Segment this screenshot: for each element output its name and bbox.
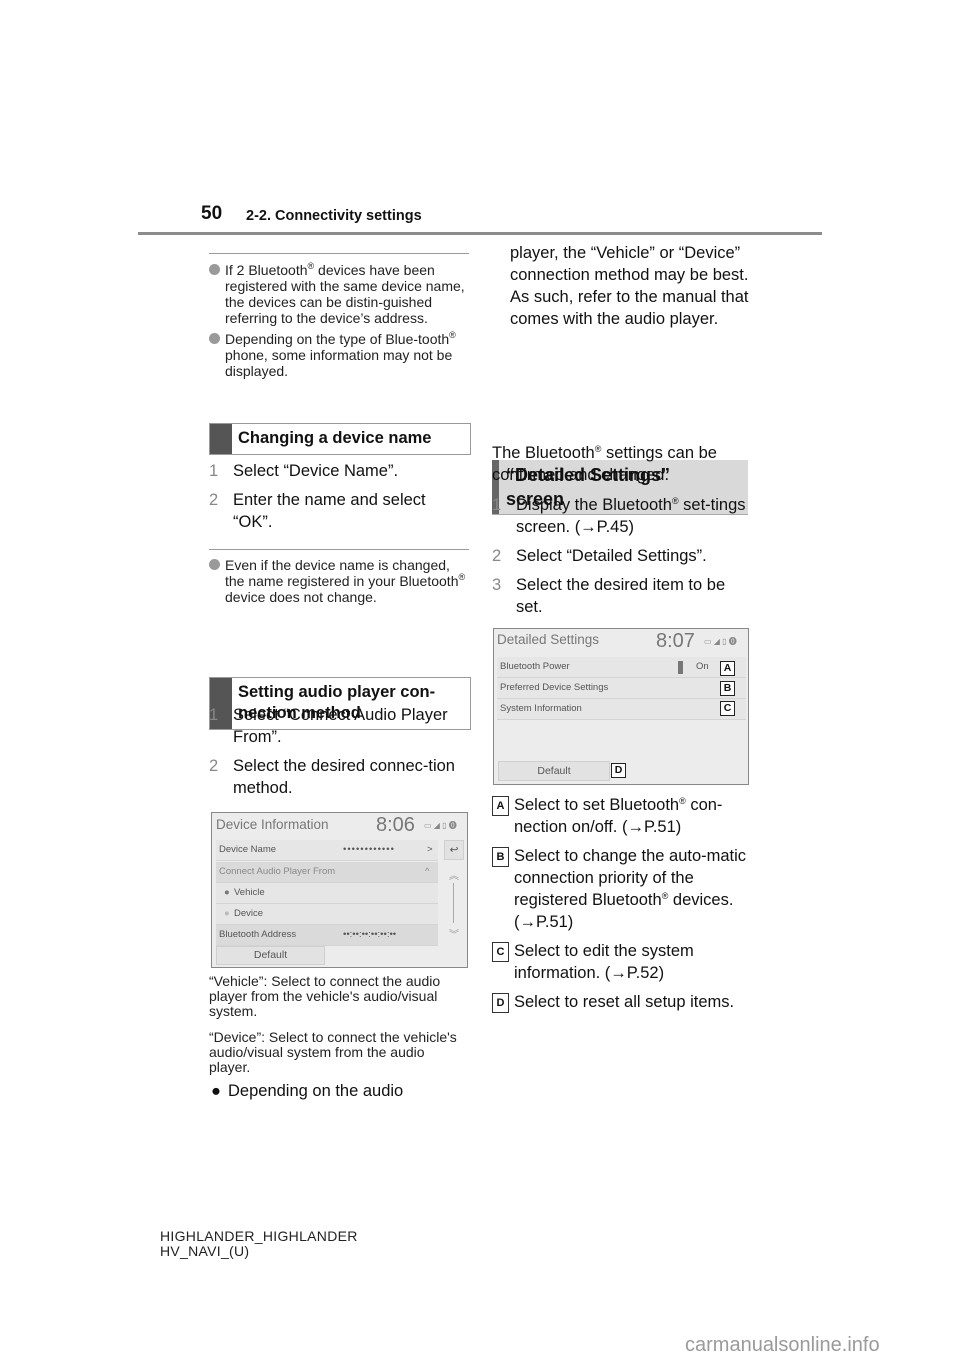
default-button[interactable]: Default (216, 946, 325, 965)
callout-b: B (720, 681, 735, 696)
note-item: Even if the device name is changed, the … (209, 557, 469, 605)
section-title: 2-2. Connectivity settings (246, 208, 422, 224)
callout-d: D (611, 763, 626, 778)
page-number: 50 (201, 203, 223, 224)
note-item: If 2 Bluetooth® devices have been regist… (209, 262, 469, 326)
note-item: Depending on the type of Blue-tooth® pho… (209, 331, 469, 379)
section-heading-change-name: Changing a device name (209, 423, 471, 455)
row-connect-audio-player-from[interactable]: Connect Audio Player From ^ (216, 862, 438, 883)
note-divider (209, 549, 469, 550)
chevron-up-icon: ^ (425, 866, 430, 877)
device-information-screen: Device Information 8:06 ▭ ◢ ▯ ⓿ Device N… (211, 812, 468, 968)
step-item: 1 Select “Connect Audio Player From”. (209, 706, 448, 746)
chevron-right-icon: > (427, 844, 433, 855)
row-device-name[interactable]: Device Name •••••••••••• > (216, 840, 438, 861)
scrollbar[interactable] (453, 883, 454, 923)
step-item: 3 Select the desired item to be set. (492, 576, 726, 616)
caption-device: “Device”: Select to connect the vehicle'… (209, 1029, 457, 1075)
status-icons: ▭ ◢ ▯ ⓿ (704, 637, 737, 646)
caption-vehicle: “Vehicle”: Select to connect the audio p… (209, 973, 441, 1019)
default-button[interactable]: Default (498, 761, 610, 781)
screen-title: Detailed Settings (497, 632, 600, 647)
intro-text: The Bluetooth® settings can be confirmed… (492, 444, 717, 484)
step-item: 1 Display the Bluetooth® set-tings scree… (492, 496, 746, 536)
continued-text: player, the “Vehicle” or “Device” connec… (510, 244, 749, 328)
option-vehicle[interactable]: ● Vehicle (216, 883, 438, 904)
note-divider (209, 253, 469, 254)
option-device[interactable]: ● Device (216, 904, 438, 925)
scroll-up-icon[interactable]: ︽ (449, 867, 459, 882)
legend-item-d: D Select to reset all setup items. (492, 991, 754, 1013)
steps-audio-connection: 1 Select “Connect Audio Player From”. 2 … (209, 704, 469, 799)
back-icon[interactable]: ↩ (444, 840, 464, 860)
radio-unselected-icon: ● (224, 908, 230, 919)
detailed-settings-screen: Detailed Settings 8:07 ▭ ◢ ▯ ⓿ Bluetooth… (493, 628, 749, 785)
radio-selected-icon: ● (224, 887, 230, 898)
step-item: 2 Select “Detailed Settings”. (492, 547, 707, 565)
row-preferred-device-settings[interactable]: Preferred Device Settings (497, 678, 746, 699)
toggle-indicator (678, 661, 683, 674)
steps-change-name: 1 Select “Device Name”. 2 Enter the name… (209, 460, 469, 533)
callout-a: A (720, 661, 735, 676)
steps-detailed-settings: 1 Display the Bluetooth® set-tings scree… (492, 494, 754, 618)
step-item: 1 Select “Device Name”. (209, 462, 399, 480)
row-bluetooth-address: Bluetooth Address ••:••:••:••:••:•• (216, 925, 438, 946)
watermark: carmanualsonline.info (685, 1334, 880, 1356)
legend-item-b: B Select to change the auto-matic connec… (492, 845, 754, 933)
row-system-information[interactable]: System Information (497, 699, 746, 720)
bullet-dot-icon (209, 559, 220, 570)
bullet-dot-icon (209, 264, 220, 275)
legend-item-a: A Select to set Bluetooth® con-nection o… (492, 794, 754, 838)
status-icons: ▭ ◢ ▯ ⓿ (424, 821, 457, 830)
bullet-dot-icon (209, 333, 220, 344)
toggle-state: On (696, 661, 709, 672)
notes-top: If 2 Bluetooth® devices have been regist… (209, 253, 469, 379)
screen-title: Device Information (216, 817, 329, 832)
screen-clock: 8:07 (656, 630, 695, 652)
scroll-down-icon[interactable]: ︾ (449, 926, 459, 941)
bullet-dot-icon: ● (211, 1082, 221, 1100)
header-divider (138, 232, 822, 235)
callout-c: C (720, 701, 735, 716)
legend-item-c: C Select to edit the system information.… (492, 940, 754, 984)
bullet-item: ● Depending on the audio (211, 1082, 404, 1100)
screen-clock: 8:06 (376, 814, 415, 836)
step-item: 2 Select the desired connec-tion method. (209, 757, 455, 797)
callout-legend: A Select to set Bluetooth® con-nection o… (492, 794, 754, 1013)
note-change-name: Even if the device name is changed, the … (209, 549, 469, 605)
step-item: 2 Enter the name and select “OK”. (209, 491, 426, 531)
footer-model-code: HIGHLANDER_HIGHLANDER HV_NAVI_(U) (160, 1228, 358, 1259)
row-bluetooth-power[interactable]: Bluetooth Power On (497, 657, 746, 678)
heading-bar (210, 424, 232, 454)
